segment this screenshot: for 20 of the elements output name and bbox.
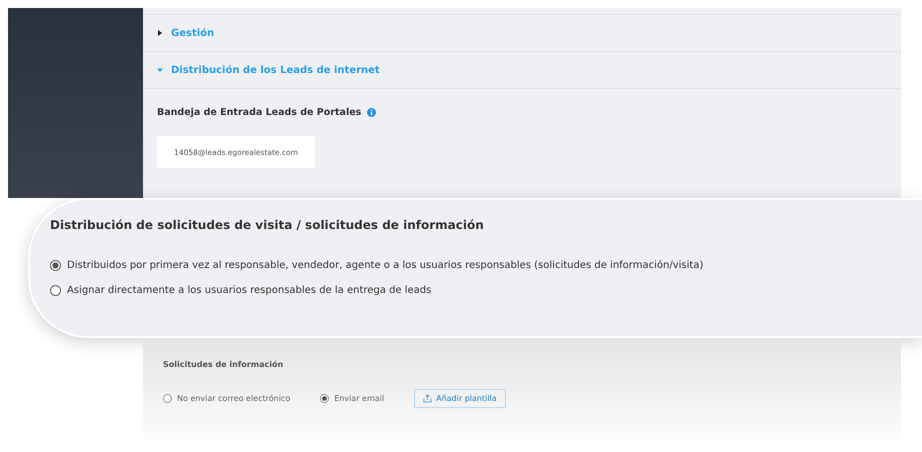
option-label: Distribuidos por primera vez al responsable, vendedor, agente o a los usuarios responsables (solicitudes de información/visita) [67,260,704,271]
callout-title: Distribución de solicitudes de visita / solicitudes de información [50,218,485,232]
section-title: Distribución de los Leads de internet [171,64,380,76]
add-template-button[interactable]: Añadir plantilla [414,389,506,408]
option-label: Enviar email [334,394,384,403]
radio-button[interactable] [320,394,330,403]
radio-button[interactable] [50,285,61,296]
radio-button[interactable] [50,260,61,271]
radio-button[interactable] [163,394,172,403]
upload-icon [423,394,432,403]
section-title: Gestión [171,28,214,38]
caret-icon [157,30,163,36]
option-label: No enviar correo electrónico [177,394,290,403]
field-label: Solicitudes de información [163,360,284,369]
section-header[interactable]: Gestión [143,14,901,51]
caret-icon [157,67,163,73]
info-icon[interactable] [367,108,376,117]
option-label: Asignar directamente a los usuarios responsables de la entrega de leads [67,285,432,296]
field-label: Bandeja de Entrada Leads de Portales [157,107,362,118]
section-header[interactable]: Distribución de los Leads de internet [143,51,901,88]
